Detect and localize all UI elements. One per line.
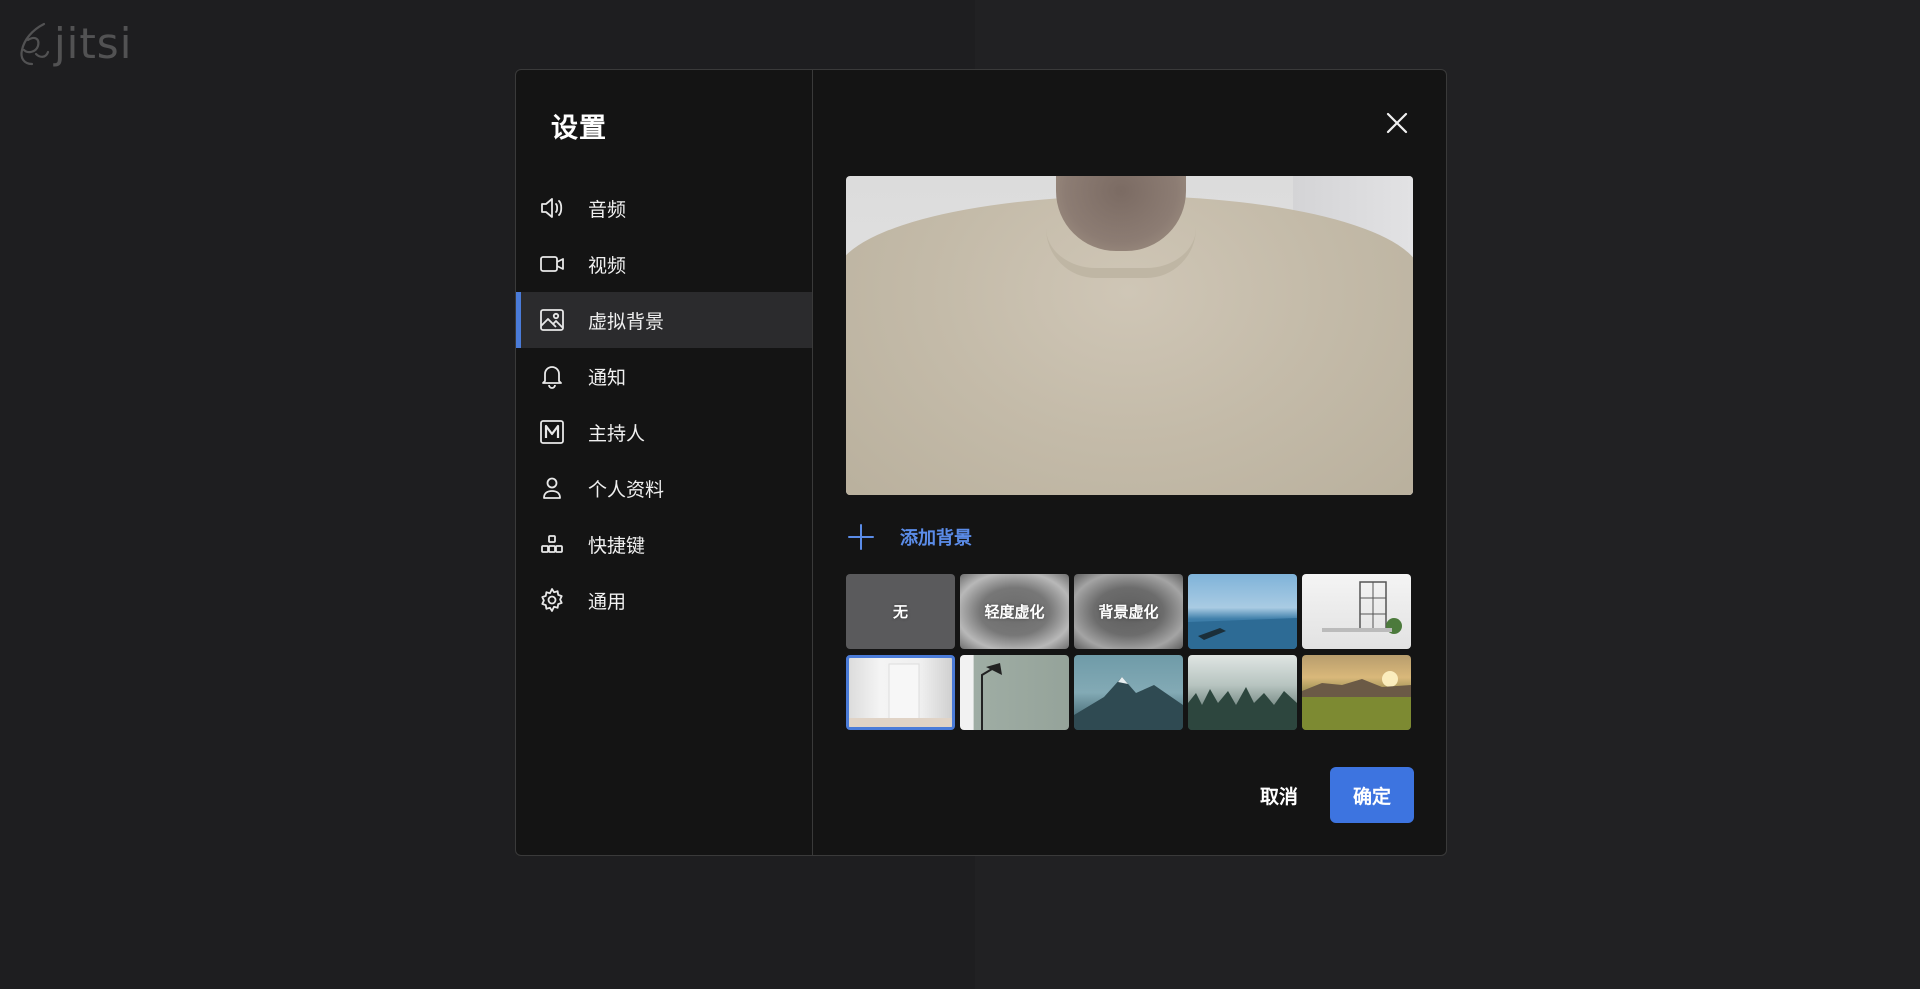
background-option-white-room[interactable] [846,655,955,730]
sidebar-item-label: 虚拟背景 [588,310,665,333]
add-background-button[interactable]: 添加背景 [846,522,972,552]
background-option-beach[interactable] [1188,574,1297,649]
sidebar-item-virtual-background[interactable]: 虚拟背景 [516,292,812,348]
lamp-thumbnail [981,663,1002,730]
white-room-thumbnail [849,663,952,727]
sidebar-item-label: 视频 [588,254,627,277]
sidebar-item-profile[interactable]: 个人资料 [516,460,812,516]
add-background-label: 添加背景 [900,528,972,549]
bell-icon [538,362,566,390]
settings-dialog: 设置 音频 视频 虚拟背景 通知 主持人 个人资料 快捷键 通用 添加背景 无 … [515,69,1447,856]
sidebar-item-moderator[interactable]: 主持人 [516,404,812,460]
close-button[interactable] [1382,108,1412,138]
moderator-m-icon [538,418,566,446]
background-option-mountain[interactable] [1074,655,1183,730]
forest-thumbnail [1188,687,1297,730]
background-option-label: 背景虚化 [1098,603,1159,621]
shortcuts-icon [538,530,566,558]
sidebar-item-label: 通用 [588,590,627,613]
background-option-none[interactable]: 无 [846,574,955,649]
background-option-label: 无 [892,603,908,621]
jitsi-logo: jitsi [14,20,132,68]
sidebar-item-shortcuts[interactable]: 快捷键 [516,516,812,572]
settings-nav: 音频 视频 虚拟背景 通知 主持人 个人资料 快捷键 通用 [516,180,812,628]
virtual-background-panel: 添加背景 无 轻度虚化 背景虚化 取消 确定 [813,70,1446,855]
user-icon [538,474,566,502]
plus-icon [848,524,874,550]
background-option-office[interactable] [1302,574,1411,649]
sidebar-item-label: 快捷键 [588,534,646,557]
office-thumbnail [1322,581,1402,634]
sidebar-item-label: 个人资料 [588,478,665,501]
sidebar-item-notifications[interactable]: 通知 [516,348,812,404]
background-option-lamp[interactable] [960,655,1069,730]
close-icon [1386,112,1408,134]
camera-preview [846,176,1413,495]
sidebar-item-video[interactable]: 视频 [516,236,812,292]
image-icon [538,306,566,334]
ok-button[interactable]: 确定 [1330,767,1414,823]
sidebar-item-general[interactable]: 通用 [516,572,812,628]
sidebar-item-label: 主持人 [588,422,646,445]
background-grid: 无 轻度虚化 背景虚化 [846,574,1413,730]
background-option-blur[interactable]: 背景虚化 [1074,574,1183,649]
sidebar-item-label: 音频 [588,198,627,221]
gear-icon [538,586,566,614]
cancel-button[interactable]: 取消 [1224,767,1334,823]
sidebar-item-audio[interactable]: 音频 [516,180,812,236]
settings-sidebar: 设置 音频 视频 虚拟背景 通知 主持人 个人资料 快捷键 通用 [516,70,813,855]
logo-text: jitsi [54,19,133,68]
sunset-field-thumbnail [1302,671,1411,730]
dialog-title: 设置 [551,113,607,144]
speaker-icon [538,194,566,222]
background-option-forest[interactable] [1188,655,1297,730]
beach-thumbnail [1188,618,1297,649]
background-option-slight-blur[interactable]: 轻度虚化 [960,574,1069,649]
mountain-thumbnail [1074,677,1183,730]
background-option-sunset-field[interactable] [1302,655,1411,730]
video-camera-icon [538,250,566,278]
background-option-label: 轻度虚化 [984,603,1045,621]
sidebar-item-label: 通知 [588,366,627,389]
jitsi-logo-icon [20,22,50,66]
